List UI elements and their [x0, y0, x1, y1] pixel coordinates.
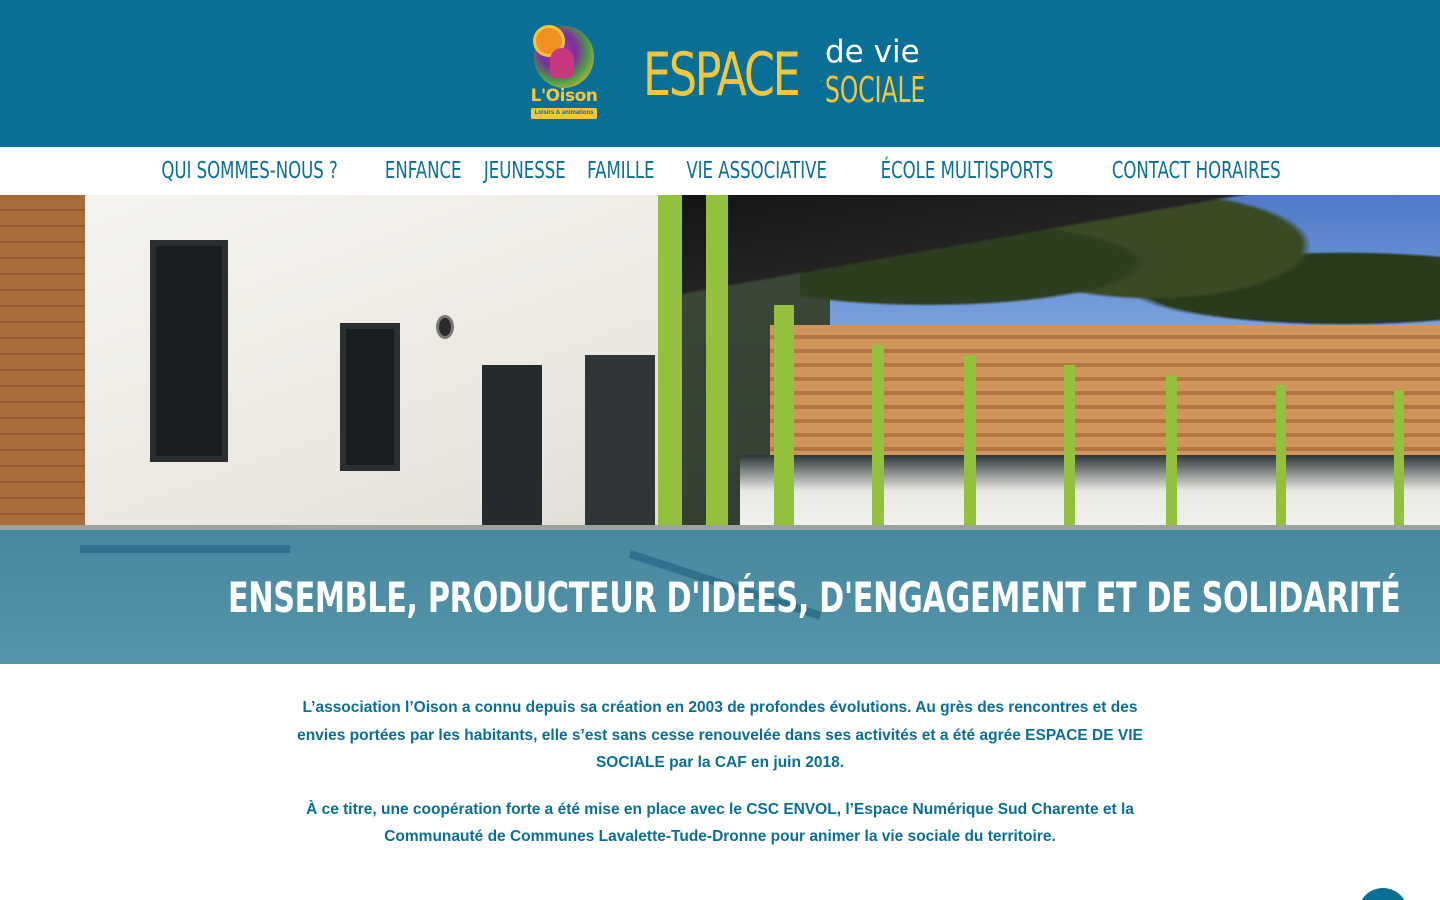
brand-main: ESPACE: [643, 40, 801, 110]
oison-logo[interactable]: L'Oison Loisirs & animations: [528, 26, 600, 120]
nav-item-ecole-multisports[interactable]: ÉCOLE MULTISPORTS: [880, 158, 1053, 184]
hero-pillar: [774, 305, 794, 545]
site-header: L'Oison Loisirs & animations ESPACE de v…: [0, 0, 1440, 147]
intro-paragraph: L’association l’Oison a connu depuis sa …: [297, 699, 1143, 771]
nav-item-jeunesse[interactable]: JEUNESSE: [484, 158, 566, 184]
hero-pillar: [964, 355, 976, 530]
nav-item-enfance[interactable]: ENFANCE: [385, 158, 462, 184]
hero-title: ENSEMBLE, PRODUCTEUR D'IDÉES, D'ENGAGEME…: [0, 573, 1440, 622]
hero-pillar: [1064, 365, 1075, 530]
nav-item-vie-associative[interactable]: VIE ASSOCIATIVE: [687, 158, 828, 184]
brand-bottom: SOCIALE: [825, 70, 926, 111]
intro-paragraph: À ce titre, une coopération forte a été …: [306, 800, 1134, 846]
hero-banner: ENSEMBLE, PRODUCTEUR D'IDÉES, D'ENGAGEME…: [0, 195, 1440, 664]
logo-name: L'Oison: [530, 86, 598, 106]
hero-pillar: [1166, 375, 1177, 530]
nav-item-contact-horaires[interactable]: CONTACT HORAIRES: [1112, 158, 1281, 184]
hero-title-text: ENSEMBLE, PRODUCTEUR D'IDÉES, D'ENGAGEME…: [227, 573, 1401, 622]
brand-top: de vie: [825, 34, 920, 70]
hero-facade: [740, 455, 1440, 535]
hero-window: [150, 240, 228, 462]
hero-pillar: [872, 345, 884, 535]
brand-title[interactable]: ESPACE de vie SOCIALE: [643, 30, 943, 120]
hero-window: [340, 323, 400, 471]
clock-icon: [436, 315, 454, 339]
logo-tagline: Loisirs & animations: [531, 108, 597, 119]
hero-pillar: [1394, 390, 1404, 540]
chat-icon[interactable]: [1358, 888, 1408, 900]
hero-wood-slats: [770, 325, 1440, 455]
nav-item-qui-sommes-nous[interactable]: QUI SOMMES-NOUS ?: [161, 158, 337, 184]
nav-item-famille[interactable]: FAMILLE: [587, 158, 654, 184]
figure-icon: [550, 48, 574, 78]
intro-content: L’association l’Oison a connu depuis sa …: [290, 694, 1150, 870]
hero-pillar: [1276, 385, 1286, 535]
main-nav: QUI SOMMES-NOUS ? ENFANCE JEUNESSE FAMIL…: [0, 147, 1440, 195]
